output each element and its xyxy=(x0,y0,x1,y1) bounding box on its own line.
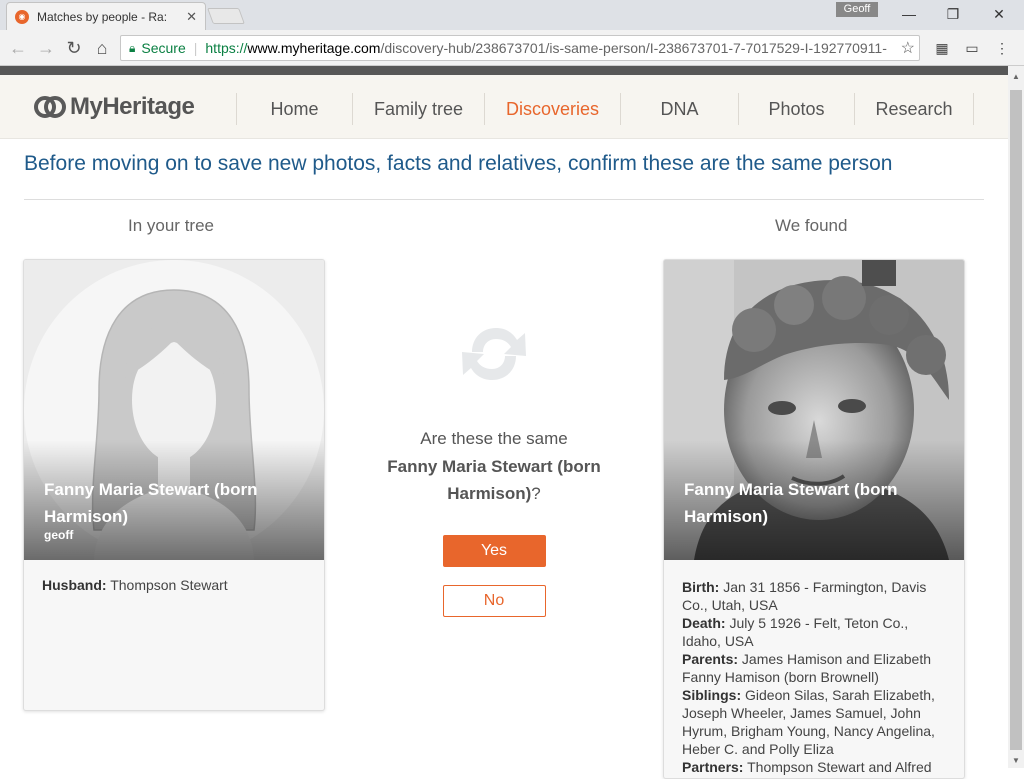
myheritage-logo-icon xyxy=(34,96,66,118)
forward-icon[interactable]: → xyxy=(34,36,58,60)
husband-label: Husband: xyxy=(42,577,107,593)
fact-partners: Partners: Thompson Stewart and Alfred xyxy=(682,758,946,776)
found-person-photo: Fanny Maria Stewart (born Harmison) xyxy=(664,260,964,560)
fact-value: Thompson Stewart and Alfred xyxy=(747,759,932,775)
close-tab-icon[interactable]: ✕ xyxy=(186,9,197,25)
home-icon[interactable]: ⌂ xyxy=(90,36,114,60)
profile-button[interactable]: Geoff xyxy=(836,2,878,17)
myheritage-favicon-icon: ◉ xyxy=(15,9,29,24)
fact-label: Death: xyxy=(682,615,726,631)
found-person-name: Fanny Maria Stewart (born Harmison) xyxy=(684,480,898,526)
nav-discoveries[interactable]: Discoveries xyxy=(484,93,620,125)
match-question-person: Fanny Maria Stewart (born Harmison) xyxy=(387,457,601,503)
close-window-icon[interactable]: ✕ xyxy=(976,0,1022,28)
scrollbar-thumb[interactable] xyxy=(1010,90,1022,750)
address-bar[interactable]: 🔒︎ Secure | https:// www.myheritage.com … xyxy=(120,35,920,61)
nav-dna[interactable]: DNA xyxy=(620,93,738,125)
tree-person-photo: Fanny Maria Stewart (born Harmison) geof… xyxy=(24,260,324,560)
menu-icon[interactable]: ⋮ xyxy=(992,38,1012,58)
husband-value: Thompson Stewart xyxy=(110,577,228,593)
tree-person-card[interactable]: Fanny Maria Stewart (born Harmison) geof… xyxy=(23,259,325,711)
fact-parents: Parents: James Hamison and Elizabeth Fan… xyxy=(682,650,946,686)
nav-home[interactable]: Home xyxy=(236,93,352,125)
fact-birth: Birth: Jan 31 1856 - Farmington, Davis C… xyxy=(682,578,946,614)
we-found-label: We found xyxy=(775,216,848,235)
fact-label: Siblings: xyxy=(682,687,742,703)
site-top-bar xyxy=(0,66,1008,75)
divider: | xyxy=(193,40,198,56)
divider xyxy=(24,199,984,200)
match-question-panel: Are these the same Fanny Maria Stewart (… xyxy=(344,316,644,617)
url-scheme: https:// xyxy=(205,40,248,56)
tab-title: Matches by people - Ra: xyxy=(37,9,168,24)
scroll-down-icon[interactable]: ▼ xyxy=(1008,752,1024,768)
nav-family-tree[interactable]: Family tree xyxy=(352,93,484,125)
reload-icon[interactable]: ↻ xyxy=(62,36,86,60)
site-header: MyHeritage Home Family tree Discoveries … xyxy=(0,75,1008,139)
match-question: Are these the same xyxy=(420,429,568,448)
bookmark-star-icon[interactable]: ☆ xyxy=(901,38,915,58)
page-title: Before moving on to save new photos, fac… xyxy=(24,152,893,175)
browser-tab[interactable]: ◉ Matches by people - Ra: ✕ xyxy=(6,2,206,30)
fact-value: Jan 31 1856 - Farmington, Davis Co., Uta… xyxy=(682,579,927,613)
browser-toolbar: ← → ↻ ⌂ 🔒︎ Secure | https:// www.myherit… xyxy=(0,30,1024,66)
back-icon[interactable]: ← xyxy=(6,36,30,60)
browser-title-bar: ◉ Matches by people - Ra: ✕ Geoff — ❐ ✕ xyxy=(0,0,1024,30)
fact-label: Birth: xyxy=(682,579,720,595)
extension-icon[interactable]: ▦ xyxy=(932,38,952,58)
cast-icon[interactable]: ▭ xyxy=(962,38,982,58)
lock-icon: 🔒︎ xyxy=(129,40,136,55)
in-your-tree-label: In your tree xyxy=(128,216,214,235)
no-button[interactable]: No xyxy=(442,585,546,617)
sync-arrows-icon xyxy=(462,328,526,380)
fact-label: Partners: xyxy=(682,759,744,775)
scroll-up-icon[interactable]: ▲ xyxy=(1008,68,1024,84)
myheritage-logo[interactable]: MyHeritage xyxy=(34,92,195,122)
yes-button[interactable]: Yes xyxy=(442,535,546,567)
tree-person-owner: geoff xyxy=(44,528,74,542)
nav-photos[interactable]: Photos xyxy=(738,93,854,125)
url-path: /discovery-hub/238673701/is-same-person/… xyxy=(380,40,887,56)
url-host: www.myheritage.com xyxy=(247,40,381,56)
minimize-icon[interactable]: — xyxy=(886,0,932,28)
fact-siblings: Siblings: Gideon Silas, Sarah Elizabeth,… xyxy=(682,686,946,758)
found-person-details: Birth: Jan 31 1856 - Farmington, Davis C… xyxy=(664,560,964,778)
fact-label: Parents: xyxy=(682,651,739,667)
match-question-name: Fanny Maria Stewart (born Harmison)? xyxy=(344,453,644,507)
question-mark: ? xyxy=(531,484,541,503)
restore-icon[interactable]: ❐ xyxy=(930,0,976,28)
found-person-card[interactable]: Fanny Maria Stewart (born Harmison) Birt… xyxy=(663,259,965,779)
fact-death: Death: July 5 1926 - Felt, Teton Co., Id… xyxy=(682,614,946,650)
brand-name: MyHeritage xyxy=(70,93,195,120)
tree-person-details: Husband: Thompson Stewart xyxy=(24,560,324,610)
tree-person-name: Fanny Maria Stewart (born Harmison) xyxy=(44,480,258,526)
new-tab-button[interactable] xyxy=(207,8,245,24)
nav-research[interactable]: Research xyxy=(854,93,974,125)
secure-label: Secure xyxy=(141,40,186,56)
